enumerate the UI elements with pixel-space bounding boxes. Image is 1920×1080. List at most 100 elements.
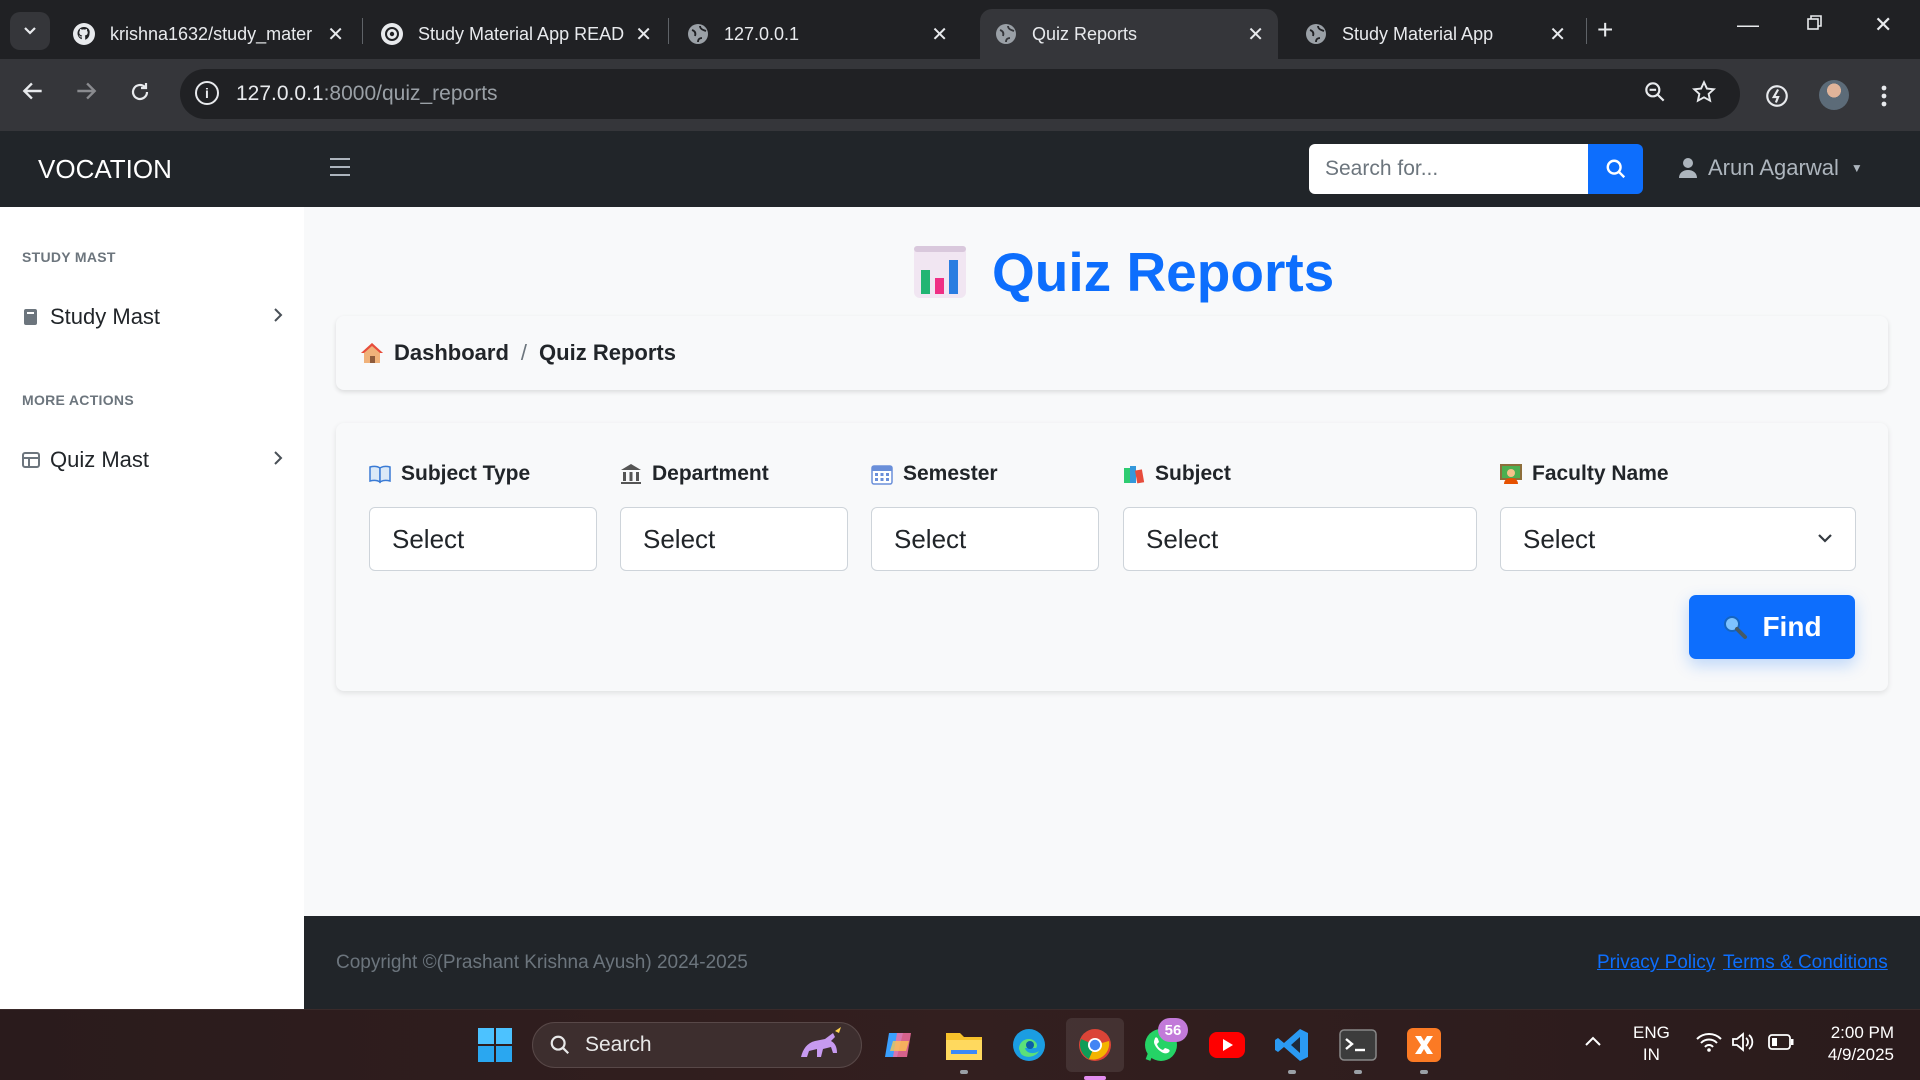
arrow-left-icon <box>22 82 42 100</box>
filter-semester: Semester Select <box>871 459 1099 571</box>
sidebar-heading: MORE ACTIONS <box>22 392 134 408</box>
copilot-app-icon[interactable] <box>878 1024 920 1066</box>
filter-label: Subject Type <box>369 459 597 489</box>
sidebar-heading: STUDY MAST <box>22 249 116 265</box>
search-icon <box>1606 159 1625 179</box>
sidebar-item-quiz-mast[interactable]: Quiz Mast <box>22 440 284 480</box>
search-input[interactable] <box>1309 144 1588 194</box>
restore-button[interactable] <box>1806 12 1824 38</box>
filter-card: Subject Type Select Department Select Se… <box>336 423 1888 691</box>
active-indicator <box>1084 1076 1106 1080</box>
browser-tab[interactable]: 127.0.0.1 ✕ <box>672 9 962 59</box>
more-menu-icon[interactable] <box>1880 83 1888 116</box>
close-window-button[interactable]: ✕ <box>1874 12 1892 38</box>
tab-title: 127.0.0.1 <box>724 23 800 44</box>
language-indicator[interactable]: ENG IN <box>1633 1022 1670 1066</box>
brand-logo[interactable]: VOCATION <box>38 154 172 185</box>
show-hidden-icons-button[interactable] <box>1584 1032 1602 1053</box>
breadcrumb-dashboard-link[interactable]: Dashboard <box>394 340 509 366</box>
globe-icon <box>686 22 710 46</box>
chevron-down-icon <box>24 27 36 35</box>
chevron-up-icon <box>1585 1036 1601 1046</box>
edge-app-icon[interactable] <box>1008 1024 1050 1066</box>
faculty-name-select[interactable]: Select <box>1500 507 1856 571</box>
terminal-app-icon[interactable] <box>1337 1024 1379 1074</box>
chrome-app-icon[interactable] <box>1066 1018 1124 1080</box>
wifi-icon[interactable] <box>1696 1032 1722 1057</box>
file-explorer-app-icon[interactable] <box>943 1024 985 1074</box>
browser-tab-strip: krishna1632/study_mater ✕ Study Material… <box>0 0 1920 59</box>
page-header: Quiz Reports <box>912 240 1334 304</box>
close-icon[interactable]: ✕ <box>1549 22 1566 47</box>
browser-tab[interactable]: Study Material App READ ✕ <box>366 9 666 59</box>
app-navbar: VOCATION Arun Agarwal ▼ <box>0 131 1920 207</box>
tab-divider <box>362 18 363 44</box>
site-info-icon[interactable]: i <box>195 81 219 105</box>
filter-label-text: Semester <box>903 462 998 485</box>
running-indicator <box>1288 1070 1296 1074</box>
back-button[interactable] <box>20 77 46 113</box>
footer: Copyright ©(Prashant Krishna Ayush) 2024… <box>304 916 1920 1009</box>
zoom-icon[interactable] <box>1642 79 1668 112</box>
close-icon[interactable]: ✕ <box>1247 22 1264 47</box>
new-tab-button[interactable]: + <box>1597 14 1613 46</box>
department-select[interactable]: Select <box>620 507 848 571</box>
clock-date: 4/9/2025 <box>1827 1045 1894 1064</box>
browser-tab[interactable]: krishna1632/study_mater ✕ <box>58 9 358 59</box>
filter-label: Department <box>620 459 848 489</box>
running-indicator <box>960 1070 968 1074</box>
start-button[interactable] <box>474 1024 516 1066</box>
bookmark-star-icon[interactable] <box>1691 79 1717 112</box>
close-icon[interactable]: ✕ <box>635 22 652 47</box>
sidebar-item-study-mast[interactable]: Study Mast <box>22 297 284 337</box>
language-code: ENG <box>1633 1023 1670 1042</box>
clock[interactable]: 2:00 PM 4/9/2025 <box>1818 1022 1894 1066</box>
volume-icon[interactable] <box>1731 1032 1755 1057</box>
chevron-right-icon <box>272 303 284 331</box>
user-dropdown[interactable]: Arun Agarwal ▼ <box>1678 155 1863 181</box>
vscode-app-icon[interactable] <box>1271 1024 1313 1074</box>
subject-select[interactable]: Select <box>1123 507 1477 571</box>
reload-button[interactable] <box>128 77 152 113</box>
taskbar-search[interactable]: Search <box>532 1022 862 1068</box>
filter-label: Subject <box>1123 459 1477 489</box>
search-button[interactable] <box>1588 144 1643 194</box>
taskbar-search-label: Search <box>585 1033 652 1056</box>
address-bar[interactable]: i 127.0.0.1:8000/quiz_reports <box>180 69 1740 119</box>
browser-tab[interactable]: Study Material App ✕ <box>1290 9 1580 59</box>
privacy-policy-link[interactable]: Privacy Policy <box>1597 952 1715 974</box>
filter-department: Department Select <box>620 459 848 571</box>
chevron-down-icon <box>1818 534 1832 543</box>
select-value: Select <box>643 523 716 554</box>
filter-subject: Subject Select <box>1123 459 1477 571</box>
xampp-app-icon[interactable] <box>1403 1024 1445 1074</box>
forward-button[interactable] <box>73 77 99 113</box>
url-path: :8000/quiz_reports <box>323 82 498 105</box>
minimize-button[interactable]: — <box>1737 12 1759 38</box>
select-value: Select <box>894 523 967 554</box>
profile-avatar[interactable] <box>1819 80 1849 110</box>
close-icon[interactable]: ✕ <box>327 22 344 47</box>
select-value: Select <box>392 523 465 554</box>
subject-type-select[interactable]: Select <box>369 507 597 571</box>
find-button[interactable]: Find <box>1689 595 1855 659</box>
close-icon[interactable]: ✕ <box>931 22 948 47</box>
copyright-text: Copyright ©(Prashant Krishna Ayush) 2024… <box>336 952 748 973</box>
books-icon <box>1124 466 1145 484</box>
sidebar-toggle-icon[interactable] <box>330 158 350 176</box>
semester-select[interactable]: Select <box>871 507 1099 571</box>
tab-search-dropdown-button[interactable] <box>10 12 50 50</box>
running-indicator <box>1354 1070 1362 1074</box>
caret-down-icon: ▼ <box>1850 161 1863 175</box>
navbar-search <box>1309 144 1643 194</box>
browser-tab-active[interactable]: Quiz Reports ✕ <box>980 9 1278 59</box>
browser-toolbar: i 127.0.0.1:8000/quiz_reports <box>0 59 1920 131</box>
github-icon <box>72 22 96 46</box>
youtube-app-icon[interactable] <box>1206 1024 1248 1066</box>
terms-conditions-link[interactable]: Terms & Conditions <box>1723 952 1888 974</box>
battery-icon[interactable] <box>1768 1034 1794 1055</box>
tab-divider <box>1586 18 1587 44</box>
tab-title: Quiz Reports <box>1032 23 1138 44</box>
search-icon <box>550 1035 570 1055</box>
performance-icon[interactable] <box>1764 83 1790 116</box>
